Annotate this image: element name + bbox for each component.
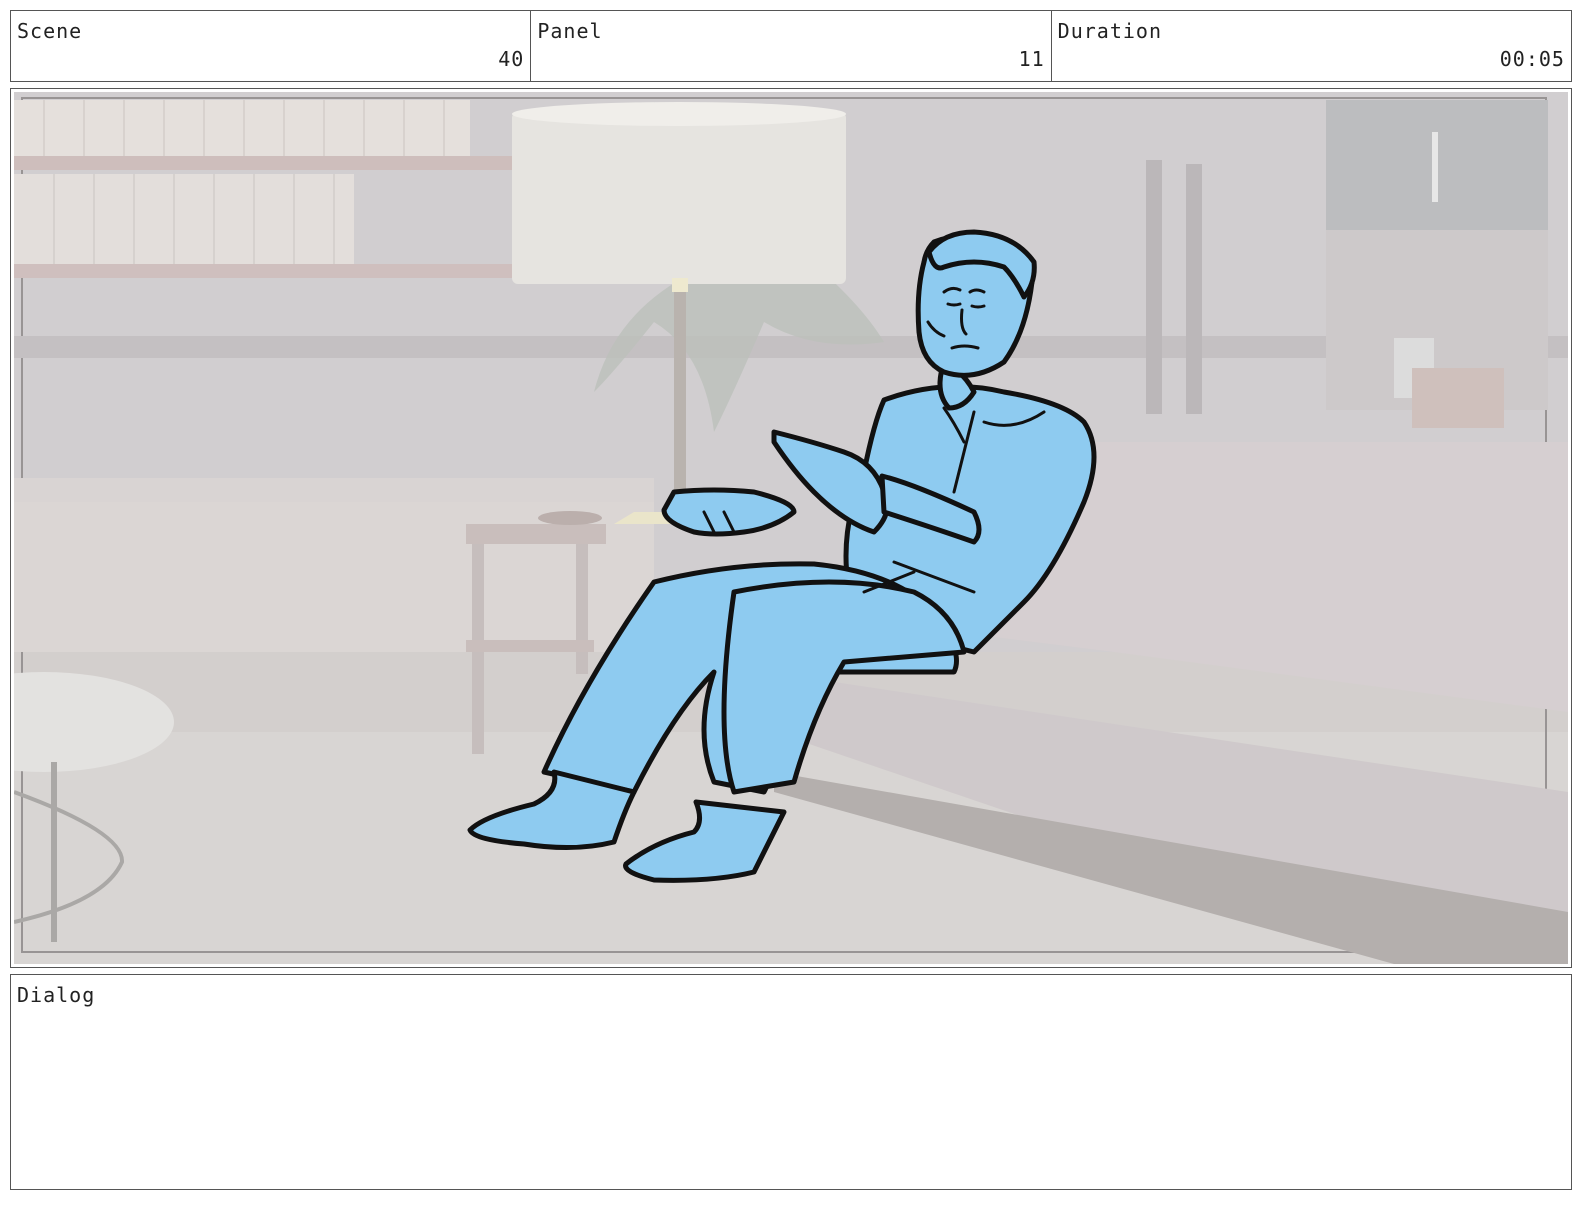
dialog-box[interactable]: Dialog xyxy=(10,974,1572,1190)
storyboard-panel[interactable] xyxy=(10,88,1572,968)
background-wash xyxy=(14,92,1568,964)
scene-cell[interactable]: Scene 40 xyxy=(11,11,532,81)
panel-number: 11 xyxy=(1018,47,1045,71)
panel-cell[interactable]: Panel 11 xyxy=(531,11,1052,81)
dialog-label: Dialog xyxy=(17,983,96,1007)
duration-label: Duration xyxy=(1057,19,1162,43)
panel-header: Scene 40 Panel 11 Duration 00:05 xyxy=(10,10,1572,82)
duration-value: 00:05 xyxy=(1499,47,1565,71)
duration-cell[interactable]: Duration 00:05 xyxy=(1052,11,1571,81)
panel-artwork xyxy=(14,92,1568,964)
scene-number: 40 xyxy=(498,47,525,71)
panel-label: Panel xyxy=(537,19,603,43)
scene-label: Scene xyxy=(17,19,83,43)
